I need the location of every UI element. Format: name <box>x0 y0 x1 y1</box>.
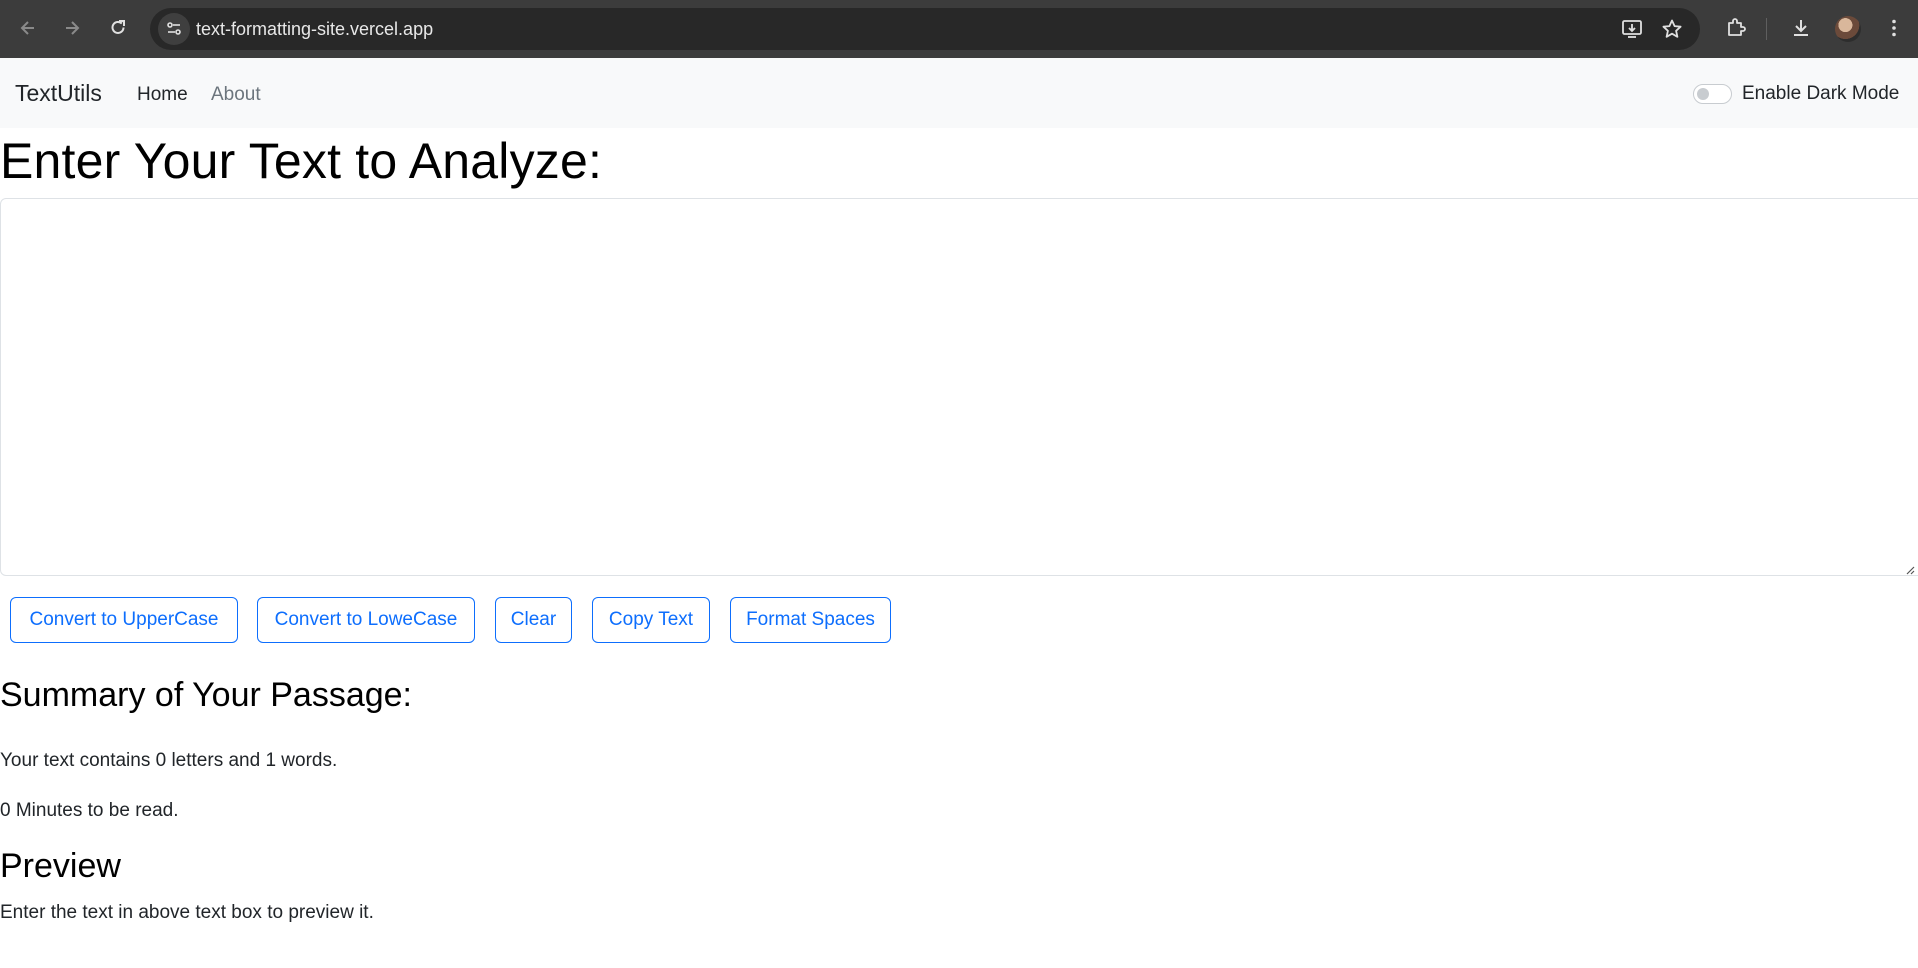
navbar: TextUtils Home About Enable Dark Mode <box>0 58 1918 128</box>
extensions-icon[interactable] <box>1722 14 1750 42</box>
url-text[interactable]: text-formatting-site.vercel.app <box>196 19 433 40</box>
read-time: 0 Minutes to be read. <box>0 800 179 821</box>
preview-text: Enter the text in above text box to prev… <box>0 902 374 923</box>
brand-logo[interactable]: TextUtils <box>15 80 102 107</box>
install-app-icon[interactable] <box>1621 18 1643 40</box>
bookmark-star-icon[interactable] <box>1661 18 1683 40</box>
summary-heading: Summary of Your Passage: <box>0 676 413 714</box>
copy-text-button[interactable]: Copy Text <box>592 597 710 643</box>
reload-icon[interactable] <box>103 13 133 43</box>
dark-mode-label[interactable]: Enable Dark Mode <box>1742 83 1899 105</box>
more-menu-icon[interactable] <box>1880 14 1908 42</box>
profile-avatar[interactable] <box>1835 16 1861 42</box>
convert-lowercase-button[interactable]: Convert to LoweCase <box>257 597 475 643</box>
back-arrow-icon[interactable] <box>13 13 43 43</box>
format-spaces-button[interactable]: Format Spaces <box>730 597 891 643</box>
nav-link-home[interactable]: Home <box>137 84 188 106</box>
download-icon[interactable] <box>1787 14 1815 42</box>
text-input-area[interactable] <box>0 198 1918 576</box>
site-info-icon[interactable] <box>158 13 190 45</box>
convert-uppercase-button[interactable]: Convert to UpperCase <box>10 597 238 643</box>
resize-grip-icon[interactable] <box>1903 562 1915 575</box>
browser-toolbar: text-formatting-site.vercel.app <box>0 0 1918 58</box>
clear-button[interactable]: Clear <box>495 597 572 643</box>
summary-counts: Your text contains 0 letters and 1 words… <box>0 750 338 771</box>
nav-link-about[interactable]: About <box>211 84 261 106</box>
page-title: Enter Your Text to Analyze: <box>0 133 603 189</box>
toolbar-divider <box>1766 18 1767 40</box>
toggle-knob <box>1697 88 1709 100</box>
forward-arrow-icon[interactable] <box>57 13 87 43</box>
address-bar[interactable]: text-formatting-site.vercel.app <box>150 8 1700 50</box>
preview-heading: Preview <box>0 847 121 885</box>
dark-mode-toggle[interactable] <box>1693 84 1732 104</box>
